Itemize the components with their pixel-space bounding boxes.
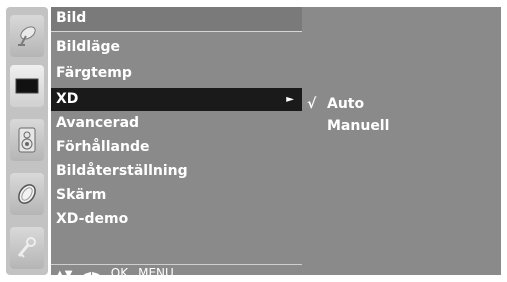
menu-item-label: XD bbox=[56, 91, 79, 107]
navigation-hint: ▲▼ ◄► OK MENU bbox=[56, 266, 174, 280]
up-down-arrows-icon: ▲▼ bbox=[56, 269, 74, 280]
key-lock-icon[interactable] bbox=[10, 227, 44, 269]
picture-menu-panel: Bild Bildläge Färgtemp XD ► Avancerad Fö… bbox=[51, 7, 302, 280]
menu-item-label: Bildläge bbox=[56, 39, 121, 55]
satellite-dish-icon[interactable] bbox=[10, 15, 44, 57]
category-icon-column bbox=[6, 7, 48, 275]
xd-submenu-panel: √ Auto Manuell bbox=[302, 7, 501, 275]
menu-item-bildlage[interactable]: Bildläge bbox=[51, 36, 302, 59]
menu-item-label: Skärm bbox=[56, 187, 107, 203]
ok-hint: OK bbox=[110, 266, 129, 280]
menu-hint: MENU bbox=[138, 266, 174, 280]
submenu-item-auto[interactable]: √ Auto bbox=[307, 94, 364, 114]
menu-item-avancerad[interactable]: Avancerad bbox=[51, 112, 302, 135]
menu-title: Bild bbox=[51, 7, 302, 31]
menu-item-label: Bildåterställning bbox=[56, 163, 188, 179]
speaker-icon[interactable] bbox=[10, 119, 44, 161]
title-divider bbox=[51, 31, 302, 32]
menu-item-bildaterstallning[interactable]: Bildåterställning bbox=[51, 160, 302, 183]
clock-icon[interactable] bbox=[10, 173, 44, 215]
menu-item-xd[interactable]: XD ► bbox=[51, 88, 302, 111]
menu-item-label: Förhållande bbox=[56, 139, 150, 155]
left-right-arrows-icon: ◄► bbox=[83, 269, 101, 280]
menu-item-label: Färgtemp bbox=[56, 65, 132, 81]
menu-item-skarm[interactable]: Skärm bbox=[51, 184, 302, 207]
checkmark-icon: √ bbox=[307, 96, 317, 112]
menu-item-fargtemp[interactable]: Färgtemp bbox=[51, 62, 302, 85]
submenu-item-label: Manuell bbox=[327, 118, 390, 134]
menu-item-xd-demo[interactable]: XD-demo bbox=[51, 208, 302, 231]
menu-item-label: Avancerad bbox=[56, 115, 140, 131]
picture-screen-icon[interactable] bbox=[10, 65, 44, 107]
footer-divider bbox=[51, 264, 302, 265]
tv-osd-menu: Bild Bildläge Färgtemp XD ► Avancerad Fö… bbox=[0, 0, 507, 282]
submenu-item-manuell[interactable]: Manuell bbox=[307, 116, 389, 136]
submenu-item-label: Auto bbox=[327, 96, 365, 112]
submenu-arrow-icon: ► bbox=[286, 94, 294, 105]
menu-item-forhallande[interactable]: Förhållande bbox=[51, 136, 302, 159]
menu-item-label: XD-demo bbox=[56, 211, 129, 227]
